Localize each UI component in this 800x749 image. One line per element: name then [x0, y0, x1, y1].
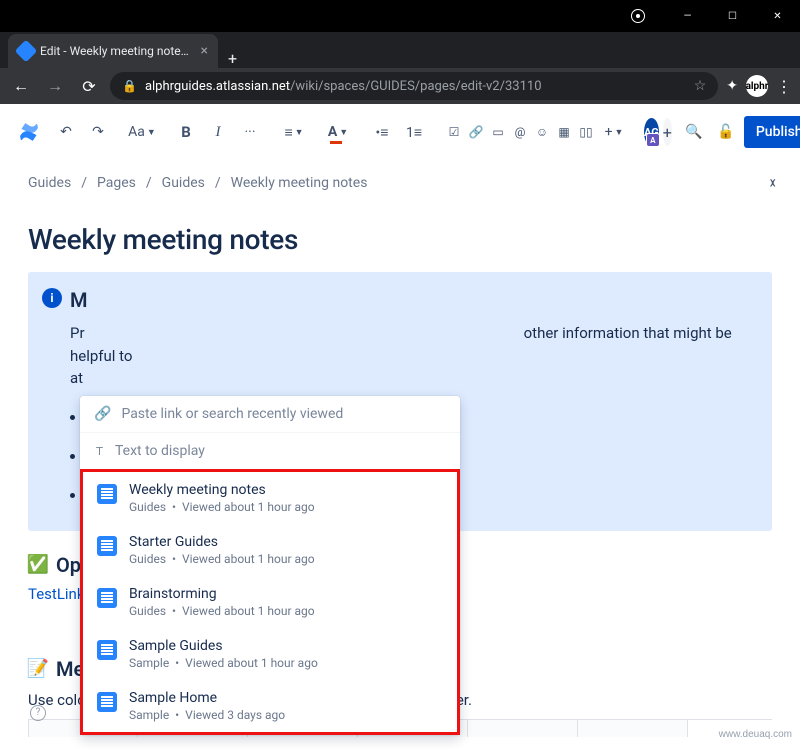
restrictions-button[interactable]: 🔓 [712, 116, 740, 148]
find-button[interactable]: 🔍 [680, 116, 708, 148]
page-title[interactable]: Weekly meeting notes [28, 223, 772, 256]
mention-icon[interactable]: @ [510, 122, 530, 142]
link-result-item[interactable]: Sample Home Sample • Viewed 3 days ago [83, 680, 457, 732]
help-icon[interactable]: ? [30, 705, 46, 721]
page-width-toggle-icon[interactable]: ›‹ [769, 172, 772, 193]
lock-icon: 🔒 [122, 79, 137, 93]
redo-button[interactable]: ↷ [84, 116, 112, 148]
numbered-list-button[interactable]: 1≡ [400, 116, 428, 148]
link-icon[interactable]: 🔗 [466, 122, 486, 142]
action-item-icon[interactable]: ☑ [444, 122, 464, 142]
breadcrumb-item[interactable]: Guides [28, 175, 71, 191]
confluence-logo-icon[interactable] [18, 120, 40, 144]
breadcrumb-item[interactable]: Pages [97, 175, 136, 191]
tab-close-icon[interactable]: × [201, 43, 208, 59]
insert-button[interactable]: +▼ [600, 116, 628, 148]
alignment-button[interactable]: ≡▼ [280, 116, 308, 148]
link-result-item[interactable]: Starter Guides Guides • Viewed about 1 h… [83, 524, 457, 576]
link-popup: 🔗 Paste link or search recently viewed Ｔ… [80, 396, 460, 735]
info-icon: i [42, 288, 62, 308]
maximize-button[interactable]: ☐ [710, 0, 755, 32]
link-results-list: Weekly meeting notes Guides • Viewed abo… [80, 469, 460, 735]
url-path: /wiki/spaces/GUIDES/pages/edit-v2/33110 [290, 79, 541, 94]
link-icon: 🔗 [94, 406, 111, 422]
editor-toolbar: ↶ ↷ Aa▼ B I ··· ≡▼ A▼ •≡ 1≡ ☑ 🔗 ▭ @ ☺ ▦ … [0, 104, 800, 160]
page-icon [97, 588, 117, 608]
browser-menu-icon[interactable]: ⋮ [776, 77, 792, 96]
panel-heading: M [70, 288, 754, 312]
confluence-favicon-icon [15, 40, 38, 63]
bold-button[interactable]: B [172, 116, 200, 148]
browser-tab[interactable]: Edit - Weekly meeting notes - Gu × [8, 34, 218, 68]
browser-toolbar: ← → ⟳ 🔒 alphrguides.atlassian.net/wiki/s… [0, 68, 800, 104]
text-icon: Ｔ [94, 443, 105, 459]
checkbox-emoji-icon: ✅ [28, 555, 48, 575]
forward-button[interactable]: → [42, 76, 68, 96]
breadcrumb: Guides/ Pages/ Guides/ Weekly meeting no… [28, 172, 772, 193]
recording-indicator-icon [631, 9, 645, 23]
page-icon [97, 692, 117, 712]
close-window-button[interactable]: ✕ [755, 0, 800, 32]
reload-button[interactable]: ⟳ [76, 77, 102, 96]
invite-button[interactable]: + [663, 118, 672, 146]
page-icon [97, 536, 117, 556]
breadcrumb-item[interactable]: Weekly meeting notes [231, 175, 368, 191]
link-result-item[interactable]: Sample Guides Sample • Viewed about 1 ho… [83, 628, 457, 680]
emoji-icon[interactable]: ☺ [532, 122, 552, 142]
page-icon [97, 640, 117, 660]
bookmark-icon[interactable]: ☆ [694, 78, 707, 94]
address-bar[interactable]: 🔒 alphrguides.atlassian.net/wiki/spaces/… [110, 72, 718, 100]
watermark: www.deuaq.com [719, 729, 792, 740]
italic-button[interactable]: I [204, 116, 232, 148]
user-avatar[interactable]: AG [644, 118, 659, 146]
back-button[interactable]: ← [8, 76, 34, 96]
breadcrumb-item[interactable]: Guides [162, 175, 205, 191]
layouts-icon[interactable]: ▯▯ [576, 122, 596, 142]
new-tab-button[interactable]: + [218, 49, 247, 68]
more-formatting-button[interactable]: ··· [236, 116, 264, 148]
tab-title: Edit - Weekly meeting notes - Gu [40, 44, 195, 58]
panel-text: Pr [70, 324, 85, 342]
table-icon[interactable]: ▦ [554, 122, 574, 142]
bullet-list-button[interactable]: •≡ [368, 116, 396, 148]
publish-button[interactable]: Publish [744, 116, 800, 148]
memo-emoji-icon: 📝 [28, 659, 48, 679]
extensions-icon[interactable]: ✦ [726, 78, 738, 94]
minimize-button[interactable]: — [665, 0, 710, 32]
link-result-item[interactable]: Brainstorming Guides • Viewed about 1 ho… [83, 576, 457, 628]
link-result-item[interactable]: Weekly meeting notes Guides • Viewed abo… [83, 472, 457, 524]
page-icon [97, 484, 117, 504]
link-text-input[interactable]: Ｔ Text to display [80, 433, 460, 469]
panel-text: other information that might be helpful … [70, 324, 732, 365]
image-icon[interactable]: ▭ [488, 122, 508, 142]
text-styles-button[interactable]: Aa▼ [128, 116, 156, 148]
browser-tabstrip: Edit - Weekly meeting notes - Gu × + [0, 32, 800, 68]
profile-avatar[interactable]: alphr [746, 75, 768, 97]
text-color-button[interactable]: A▼ [324, 116, 352, 148]
url-host: alphrguides.atlassian.net [145, 79, 290, 94]
undo-button[interactable]: ↶ [52, 116, 80, 148]
window-titlebar: — ☐ ✕ [0, 0, 800, 32]
link-url-input[interactable]: 🔗 Paste link or search recently viewed [80, 396, 460, 433]
panel-text: at [70, 369, 83, 387]
